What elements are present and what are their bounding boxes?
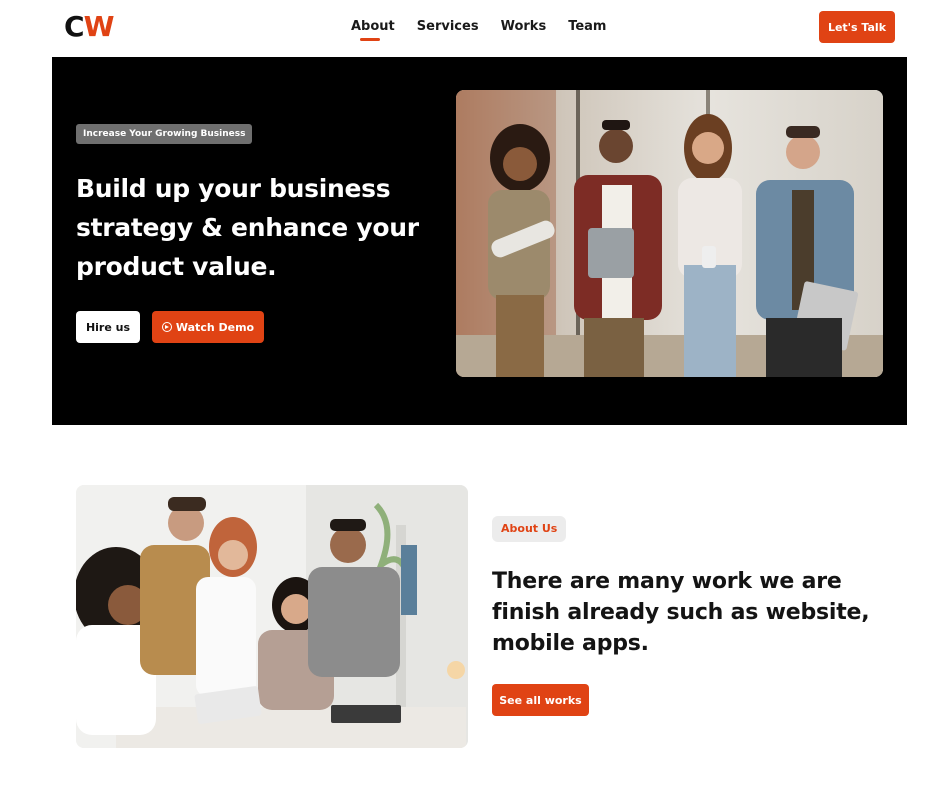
nav-services[interactable]: Services [417,18,479,36]
team-illustration [456,90,883,377]
see-all-works-button[interactable]: See all works [492,684,589,716]
nav-about[interactable]: About [351,18,395,41]
meeting-illustration [76,485,468,748]
logo[interactable]: CW [64,10,115,43]
about-badge: About Us [492,516,567,542]
main-nav: About Services Works Team [351,18,628,41]
logo-letter-w: W [83,10,115,43]
play-circle-icon [161,322,172,332]
nav-works[interactable]: Works [501,18,547,36]
lets-talk-button[interactable]: Let's Talk [819,11,895,43]
hero-section: Increase Your Growing Business Build up … [52,57,907,425]
hire-us-button[interactable]: Hire us [76,311,140,343]
about-team-photo [76,485,468,748]
about-title: There are many work we are finish alread… [492,569,870,656]
watch-demo-button[interactable]: Watch Demo [152,311,264,343]
watch-demo-label: Watch Demo [175,320,255,334]
hero-title: Build up your business strategy & enhanc… [76,174,419,281]
hero-team-photo [456,90,883,377]
nav-team[interactable]: Team [568,18,606,36]
logo-letter-c: C [64,10,85,43]
hero-badge: Increase Your Growing Business [76,124,253,144]
site-header: CW About Services Works Team Let's Talk [0,0,952,57]
